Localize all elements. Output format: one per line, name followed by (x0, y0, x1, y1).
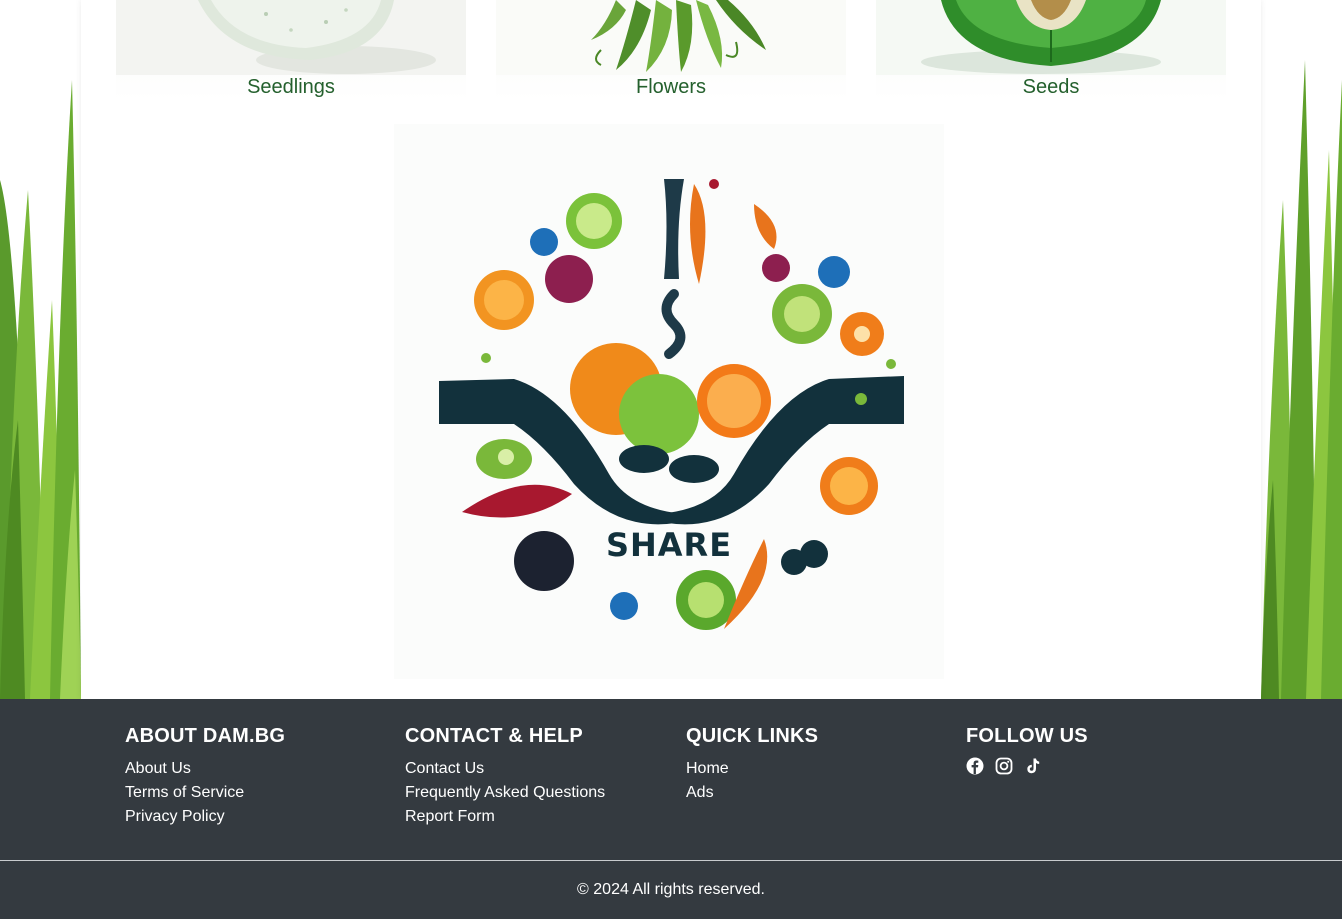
category-card-flowers[interactable]: Flowers (496, 0, 846, 100)
footer-divider (0, 860, 1342, 861)
share-logo: SHARE (394, 124, 944, 679)
social-icons (966, 757, 1236, 775)
footer-about-title: ABOUT DAM.BG (125, 725, 286, 747)
flowers-image (496, 0, 846, 75)
seedlings-image (116, 0, 466, 75)
footer-quick-links-title: QUICK LINKS (686, 725, 819, 747)
share-logo-text: SHARE (606, 526, 732, 564)
footer-follow-title: FOLLOW US (966, 725, 1088, 747)
ads-link[interactable]: Ads (686, 781, 956, 805)
footer-contact-column: CONTACT & HELP Contact Us Frequently Ask… (405, 723, 675, 829)
footer-quick-links-column: QUICK LINKS Home Ads (686, 723, 956, 805)
site-footer: ABOUT DAM.BG About Us Terms of Service P… (0, 699, 1342, 919)
report-form-link[interactable]: Report Form (405, 805, 675, 829)
facebook-icon[interactable] (966, 757, 984, 775)
category-card-seeds[interactable]: Seeds (876, 0, 1226, 100)
faq-link[interactable]: Frequently Asked Questions (405, 781, 675, 805)
category-label: Seeds (1022, 76, 1080, 98)
grass-background-right (1261, 0, 1342, 699)
category-label: Flowers (635, 76, 706, 98)
instagram-icon[interactable] (995, 757, 1013, 775)
grass-background-left (0, 0, 81, 699)
seeds-image (876, 0, 1226, 75)
copyright-text: © 2024 All rights reserved. (577, 881, 765, 898)
home-link[interactable]: Home (686, 757, 956, 781)
category-card-seedlings[interactable]: Seedlings (116, 0, 466, 100)
terms-of-service-link[interactable]: Terms of Service (125, 781, 395, 805)
privacy-policy-link[interactable]: Privacy Policy (125, 805, 395, 829)
about-us-link[interactable]: About Us (125, 757, 395, 781)
category-label: Seedlings (247, 76, 335, 98)
footer-follow-column: FOLLOW US (966, 723, 1236, 775)
footer-contact-title: CONTACT & HELP (405, 725, 583, 747)
footer-about-column: ABOUT DAM.BG About Us Terms of Service P… (125, 723, 395, 829)
tiktok-icon[interactable] (1024, 757, 1042, 775)
main-content: Seedlings Flowers Seeds SHARE (81, 0, 1261, 699)
contact-us-link[interactable]: Contact Us (405, 757, 675, 781)
